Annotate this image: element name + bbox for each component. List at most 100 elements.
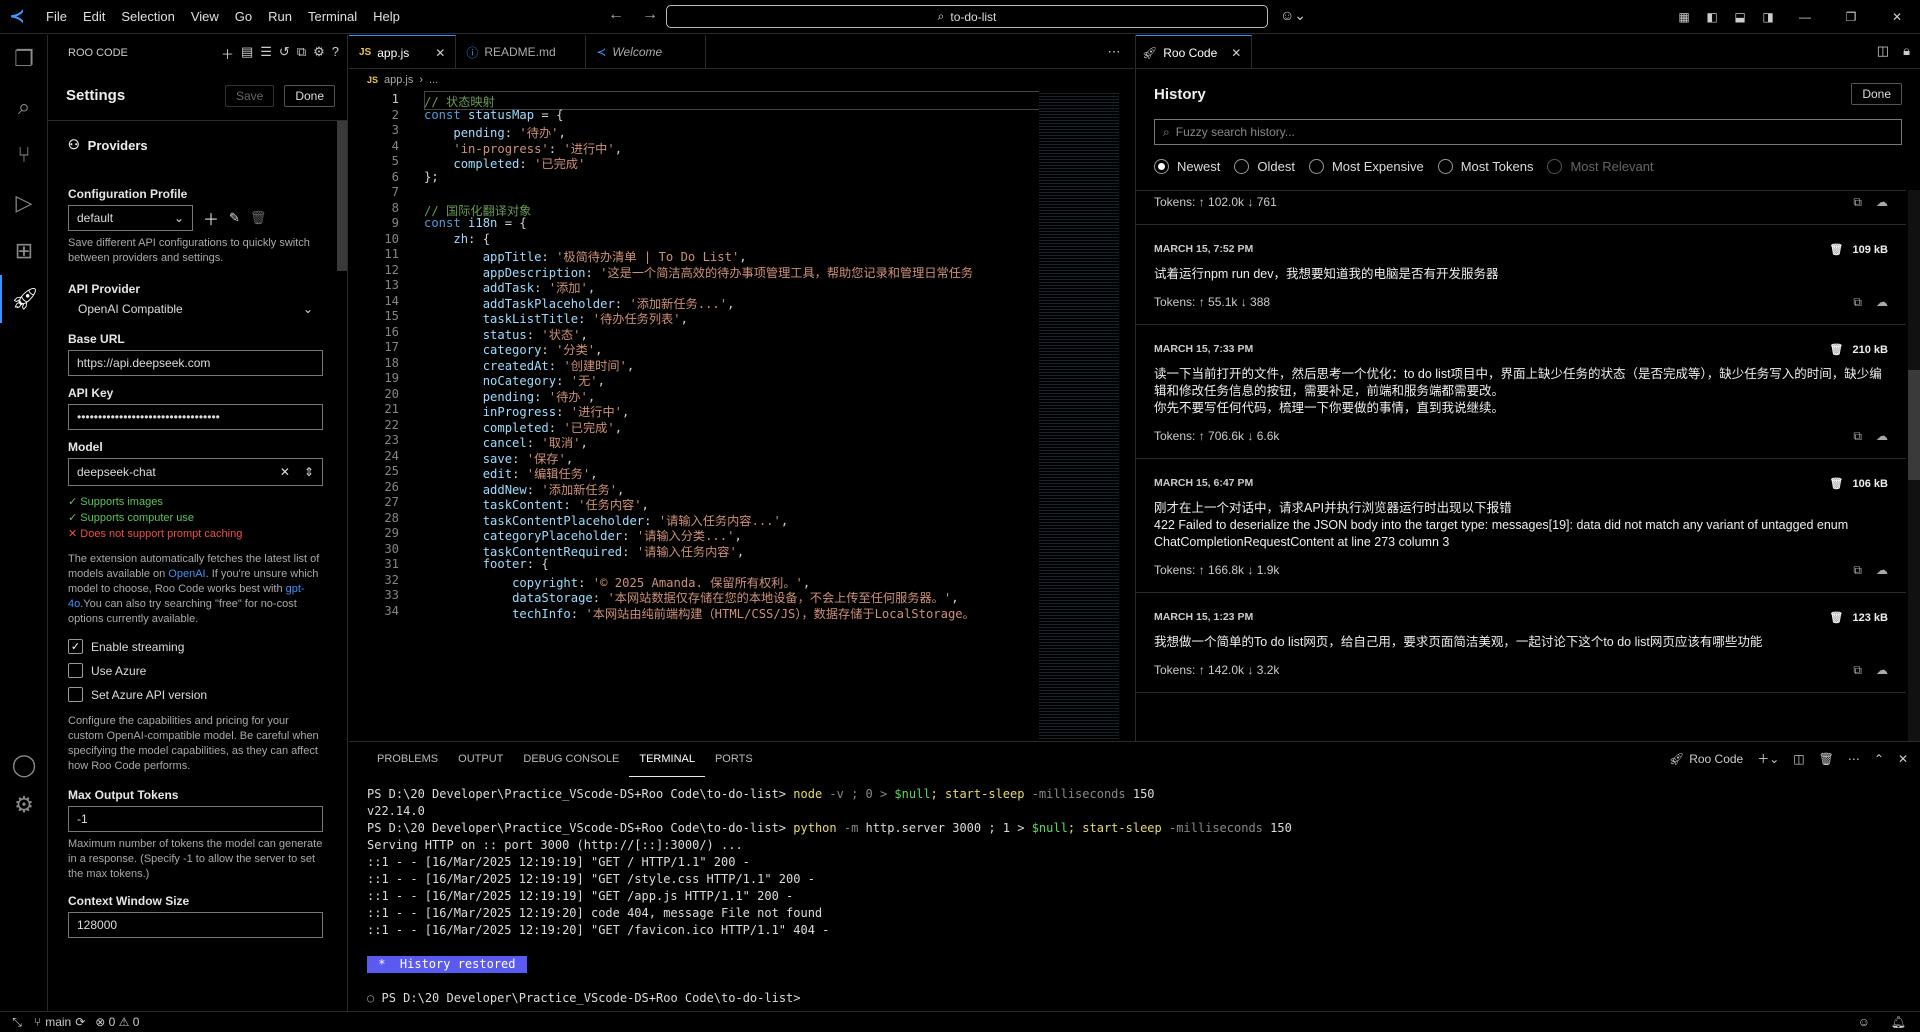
back-arrow-icon[interactable]: ← — [608, 6, 624, 24]
prompts-icon[interactable]: ▤ — [241, 44, 253, 63]
help-icon[interactable]: ? — [332, 44, 339, 63]
delete-trash-icon[interactable]: 🗑︎ — [1829, 478, 1843, 490]
more-actions-icon[interactable]: ⋯ — [1094, 35, 1134, 68]
delete-trash-icon[interactable]: 🗑︎ — [1829, 612, 1843, 624]
sort-most-expensive-radio[interactable]: Most Expensive — [1308, 159, 1424, 174]
search-view-icon[interactable]: ⌕ — [0, 83, 48, 131]
sort-most-tokens-radio[interactable]: Most Tokens — [1437, 159, 1533, 174]
split-editor-icon[interactable]: ◫ — [1877, 43, 1889, 59]
clear-model-icon[interactable]: ✕ — [280, 465, 290, 479]
manage-gear-icon[interactable]: ⚙ — [0, 781, 48, 829]
model-combobox[interactable]: deepseek-chat ✕ ⇕ — [68, 458, 323, 486]
new-task-icon[interactable]: ＋ — [221, 44, 234, 63]
menu-file[interactable]: File — [38, 0, 75, 34]
delete-trash-icon[interactable]: 🗑︎ — [1829, 344, 1843, 356]
copy-icon[interactable]: ⧉ — [1853, 429, 1862, 444]
tab-debug-console[interactable]: DEBUG CONSOLE — [513, 742, 629, 776]
tab-problems[interactable]: PROBLEMS — [367, 742, 448, 776]
tab-output[interactable]: OUTPUT — [448, 742, 513, 776]
split-terminal-icon[interactable]: ◫ — [1793, 752, 1804, 766]
forward-arrow-icon[interactable]: → — [642, 6, 658, 24]
command-center-search[interactable]: ⌕ to-do-list — [666, 5, 1268, 28]
history-item[interactable]: MARCH 15, 1:23 PM 🗑︎ 123 kB 我想做一个简单的To do … — [1136, 611, 1906, 693]
max-output-tokens-input[interactable]: -1 — [68, 806, 323, 832]
copy-icon[interactable]: ⧉ — [1853, 195, 1862, 210]
copy-icon[interactable]: ⧉ — [1853, 563, 1862, 578]
sidebar-scrollbar[interactable] — [337, 121, 347, 271]
extensions-icon[interactable]: ⊞ — [0, 227, 48, 275]
history-icon[interactable]: ↺ — [279, 44, 290, 63]
branch-indicator[interactable]: ⑂ main ⟳ — [34, 1015, 85, 1029]
tab-app-js[interactable]: JS app.js ✕ — [349, 35, 457, 69]
toggle-sidebar-icon[interactable]: ◧ — [1698, 10, 1726, 24]
history-item[interactable]: MARCH 15, 7:52 PM 🗑︎ 109 kB 试着运行npm run de… — [1136, 243, 1906, 325]
toggle-panel-icon[interactable]: ⬓ — [1726, 10, 1754, 24]
breadcrumb-symbol[interactable]: ... — [429, 74, 438, 86]
close-panel-icon[interactable]: ✕ — [1898, 752, 1908, 766]
export-icon[interactable]: ☁ — [1876, 295, 1888, 310]
copy-icon[interactable]: ⧉ — [1853, 295, 1862, 310]
mcp-servers-icon[interactable]: ☰ — [260, 44, 272, 63]
set-azure-version-checkbox[interactable]: Set Azure API version — [68, 687, 323, 702]
history-item[interactable]: MARCH 15, 7:33 PM 🗑︎ 210 kB 读一下当前打开的文件，然后思… — [1136, 343, 1906, 459]
tab-readme[interactable]: ⓘ README.md — [456, 35, 587, 69]
context-window-input[interactable]: 128000 — [68, 912, 323, 938]
base-url-input[interactable]: https://api.deepseek.com — [68, 350, 323, 376]
export-icon[interactable]: ☁ — [1876, 195, 1888, 210]
export-icon[interactable]: ☁ — [1876, 563, 1888, 578]
terminal-selector[interactable]: 🚀︎ Roo Code — [1669, 752, 1743, 766]
lock-icon[interactable]: 🔒︎ — [1903, 43, 1910, 59]
terminal-output[interactable]: PS D:\20 Developer\Practice_VScode-DS+Ro… — [367, 786, 1292, 1007]
menu-edit[interactable]: Edit — [75, 0, 113, 34]
tab-terminal[interactable]: TERMINAL — [629, 742, 705, 777]
config-profile-select[interactable]: default ⌄ — [68, 205, 193, 231]
export-icon[interactable]: ☁ — [1876, 429, 1888, 444]
menu-terminal[interactable]: Terminal — [300, 0, 365, 34]
tab-welcome[interactable]: ≺ Welcome — [586, 35, 707, 69]
kill-terminal-trash-icon[interactable]: 🗑︎ — [1819, 752, 1834, 766]
settings-gear-icon[interactable]: ⚙ — [313, 44, 325, 63]
minimap[interactable] — [1039, 91, 1119, 741]
maximize-panel-icon[interactable]: ⌃ — [1874, 752, 1884, 766]
history-done-button[interactable]: Done — [1851, 83, 1902, 105]
source-control-icon[interactable]: ⑂ — [0, 131, 48, 179]
tab-ports[interactable]: PORTS — [705, 742, 763, 776]
roo-code-rocket-icon[interactable]: 🚀︎ — [0, 275, 48, 323]
api-provider-select[interactable]: OpenAI Compatible ⌄ — [68, 300, 323, 318]
close-window-icon[interactable]: ✕ — [1874, 10, 1920, 24]
close-tab-icon[interactable]: ✕ — [1231, 46, 1241, 60]
enable-streaming-checkbox[interactable]: ✓ Enable streaming — [68, 639, 323, 654]
copilot-status-icon[interactable]: ☺ — [1858, 1015, 1870, 1029]
scrollbar-thumb[interactable] — [1908, 370, 1920, 480]
minimize-icon[interactable]: — — [1782, 10, 1828, 24]
copilot-icon[interactable]: ☺⌄ — [1280, 7, 1306, 24]
code-area[interactable]: 1// 状态映射 2 const statusMap = {3 pending: '… — [349, 91, 1039, 741]
toggle-secondary-sidebar-icon[interactable]: ◨ — [1754, 10, 1782, 24]
save-button[interactable]: Save — [224, 84, 275, 107]
add-profile-icon[interactable]: ＋ — [203, 206, 219, 230]
remote-icon[interactable]: ⤡ — [0, 1015, 34, 1030]
copy-icon[interactable]: ⧉ — [1853, 663, 1862, 678]
export-icon[interactable]: ☁ — [1876, 663, 1888, 678]
restore-icon[interactable]: ❐ — [1828, 10, 1874, 24]
delete-trash-icon[interactable]: 🗑︎ — [1829, 244, 1843, 256]
menu-selection[interactable]: Selection — [113, 0, 182, 34]
close-tab-icon[interactable]: ✕ — [435, 46, 445, 60]
menu-view[interactable]: View — [183, 0, 227, 34]
api-key-input[interactable]: •••••••••••••••••••••••••••••••••• — [68, 404, 323, 430]
explorer-icon[interactable]: ❐ — [0, 35, 48, 83]
openai-link[interactable]: OpenAI — [168, 568, 205, 580]
use-azure-checkbox[interactable]: Use Azure — [68, 663, 323, 678]
menu-run[interactable]: Run — [260, 0, 300, 34]
tab-roo-code[interactable]: 🚀︎ Roo Code ✕ — [1136, 35, 1253, 69]
menu-help[interactable]: Help — [365, 0, 408, 34]
history-item[interactable]: MARCH 15, 6:47 PM 🗑︎ 106 kB 刚才在上一个对话中，请求AP… — [1136, 477, 1906, 593]
sort-oldest-radio[interactable]: Oldest — [1234, 159, 1295, 174]
more-actions-icon[interactable]: ⋯ — [1848, 752, 1860, 766]
notifications-bell-icon[interactable]: 🔔︎ — [1891, 1015, 1906, 1029]
sort-most-relevant-radio[interactable]: Most Relevant — [1547, 159, 1654, 174]
rename-profile-pencil-icon[interactable]: ✎ — [229, 210, 240, 226]
problems-indicator[interactable]: ⊗ 0 ⚠ 0 — [95, 1015, 139, 1029]
new-terminal-icon[interactable]: ＋⌄ — [1757, 750, 1779, 767]
customize-layout-icon[interactable]: ▦ — [1670, 10, 1698, 24]
